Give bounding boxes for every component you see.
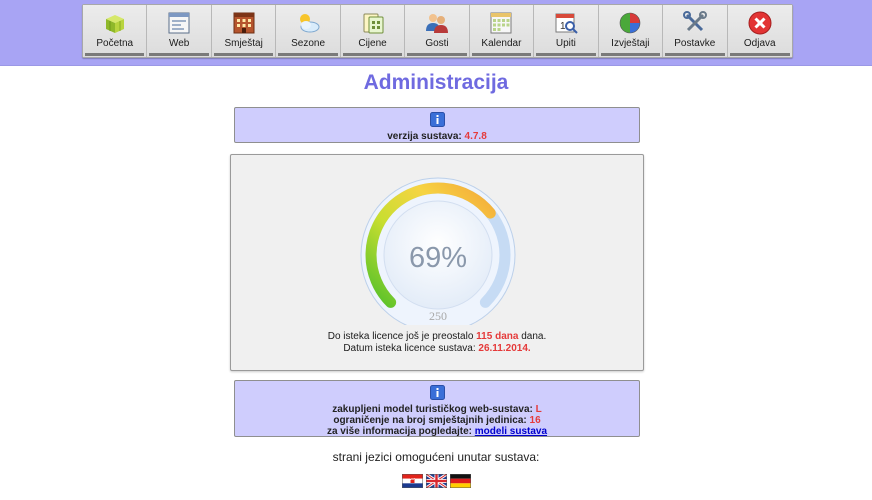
- gauge-scale-max: 250: [429, 309, 447, 323]
- license-gauge-panel: 69% 250 Do isteka licence još je preosta…: [230, 154, 644, 371]
- gauge-percent-text: 69%: [409, 242, 467, 274]
- page-title: Administracija: [363, 71, 509, 94]
- version-value: 4.7.8: [464, 131, 487, 142]
- toolbar-label: Početna: [96, 38, 134, 49]
- uk-flag-icon[interactable]: [426, 474, 447, 488]
- building-icon: [233, 12, 255, 34]
- version-info-box: verzija sustava: 4.7.8: [234, 107, 640, 143]
- toolbar-label: Odjava: [743, 38, 776, 49]
- germany-flag-icon[interactable]: [450, 474, 471, 488]
- toolbar-button-izvjestaji[interactable]: Izvještaji: [598, 5, 664, 57]
- toolbar-label: Sezone: [291, 38, 326, 49]
- toolbar-label: Izvještaji: [611, 38, 650, 49]
- main-toolbar: Početna Web Smještaj Sezone Cijene Gosti…: [82, 4, 793, 58]
- toolbar-button-smjestaj[interactable]: Smještaj: [211, 5, 277, 57]
- logout-icon: [748, 11, 772, 35]
- license-date-value: 26.11.2014.: [478, 343, 531, 354]
- license-days-prefix: Do isteka licence još je preostalo: [327, 331, 474, 342]
- toolbar-button-sezone[interactable]: Sezone: [276, 5, 341, 57]
- toolbar-label: Web: [168, 38, 190, 49]
- plan-info-box: zakupljeni model turističkog web-sustava…: [234, 380, 640, 437]
- plan-more-label: za više informacija pogledajte:: [326, 426, 472, 437]
- web-page-icon: [168, 12, 190, 34]
- plan-model-value: L: [535, 404, 542, 415]
- license-gauge: 69% 250: [360, 177, 516, 325]
- language-flags: [402, 474, 471, 488]
- weather-icon: [300, 14, 320, 33]
- toolbar-button-kalendar[interactable]: Kalendar: [469, 5, 535, 57]
- inquiry-calendar-icon: 1: [555, 13, 578, 34]
- price-tags-icon: [363, 13, 384, 34]
- toolbar-label: Gosti: [425, 38, 449, 49]
- top-header-bar: Početna Web Smještaj Sezone Cijene Gosti…: [0, 0, 872, 66]
- license-days-value: 115 dana: [476, 331, 519, 342]
- toolbar-label: Kalendar: [481, 38, 522, 49]
- toolbar-button-upiti[interactable]: 1 Upiti: [534, 5, 599, 57]
- home-blocks-icon: [105, 15, 124, 33]
- croatia-flag-icon[interactable]: [402, 474, 423, 488]
- plan-limit-label: ograničenje na broj smještajnih jedinica…: [333, 415, 527, 426]
- version-label: verzija sustava:: [387, 131, 462, 142]
- info-icon: [429, 112, 445, 127]
- toolbar-label: Cijene: [358, 38, 387, 49]
- info-icon: [429, 385, 445, 400]
- calendar-icon: [490, 12, 512, 34]
- toolbar-button-web[interactable]: Web: [147, 5, 212, 57]
- tools-icon: [682, 11, 707, 32]
- toolbar-label: Smještaj: [224, 38, 263, 49]
- license-date-label: Datum isteka licence sustava:: [343, 343, 476, 354]
- toolbar-button-odjava[interactable]: Odjava: [727, 5, 792, 57]
- plan-model-label: zakupljeni model turističkog web-sustava…: [332, 404, 533, 415]
- toolbar-button-pocetna[interactable]: Početna: [83, 5, 148, 57]
- pie-chart-icon: [620, 12, 641, 34]
- toolbar-button-cijene[interactable]: Cijene: [340, 5, 406, 57]
- toolbar-button-gosti[interactable]: Gosti: [405, 5, 470, 57]
- guests-icon: [425, 14, 448, 33]
- toolbar-label: Upiti: [555, 38, 576, 49]
- license-days-suffix: dana.: [521, 331, 547, 342]
- toolbar-label: Postavke: [674, 38, 716, 49]
- plan-limit-value: 16: [529, 415, 541, 426]
- models-link[interactable]: modeli sustava: [475, 426, 547, 437]
- languages-label: strani jezici omogućeni unutar sustava:: [332, 450, 540, 464]
- license-info: Do isteka licence još je preostalo 115 d…: [231, 331, 643, 355]
- toolbar-button-postavke[interactable]: Postavke: [663, 5, 728, 57]
